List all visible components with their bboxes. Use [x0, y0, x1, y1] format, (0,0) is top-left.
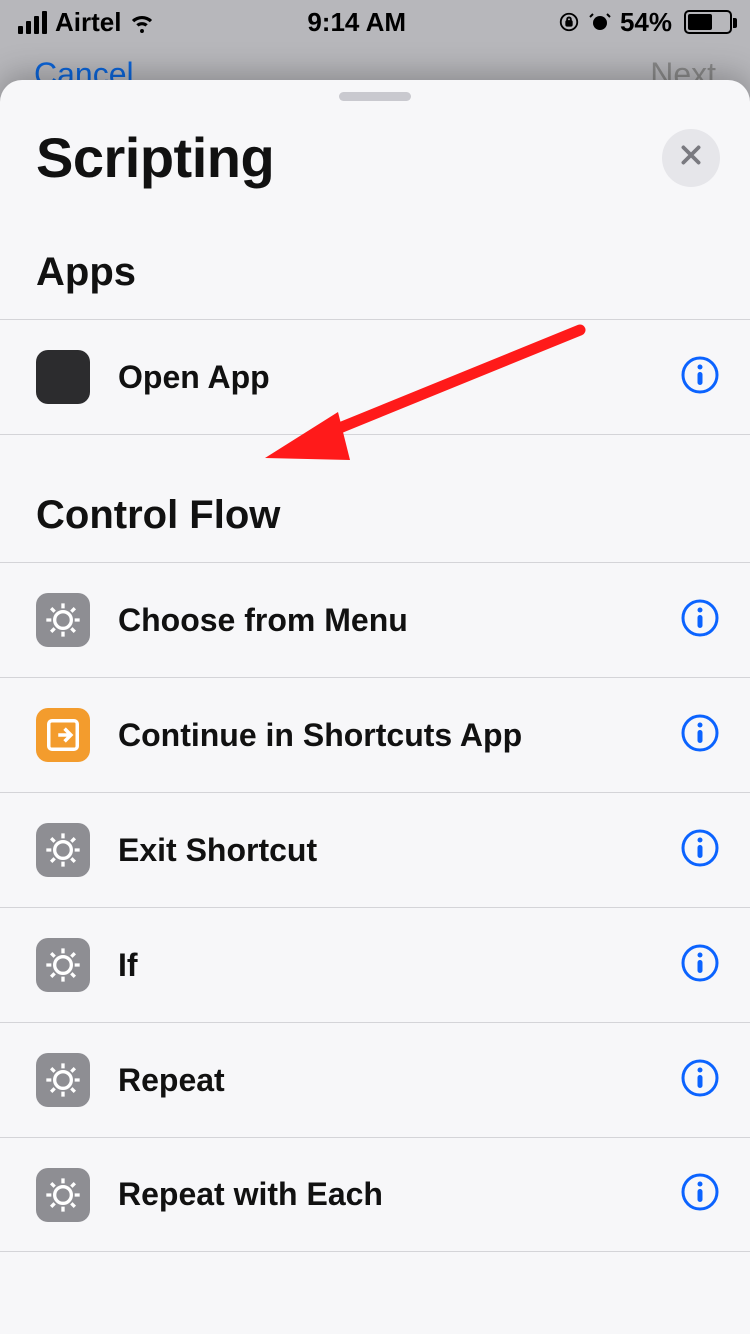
action-label: Open App — [90, 359, 680, 396]
page-title: Scripting — [36, 125, 274, 190]
wifi-icon — [129, 9, 155, 35]
close-button[interactable] — [662, 129, 720, 187]
continue-icon — [36, 708, 90, 762]
gear-icon — [36, 1053, 90, 1107]
status-bar: Airtel 9:14 AM 54% — [0, 0, 750, 44]
info-icon — [680, 598, 720, 643]
action-row-continue-in-shortcuts[interactable]: Continue in Shortcuts App — [0, 677, 750, 792]
sheet-grabber[interactable] — [339, 92, 411, 101]
info-icon — [680, 1058, 720, 1103]
action-row-choose-from-menu[interactable]: Choose from Menu — [0, 562, 750, 677]
action-label: Exit Shortcut — [90, 832, 680, 869]
action-row-repeat-with-each[interactable]: Repeat with Each — [0, 1137, 750, 1252]
action-label: Continue in Shortcuts App — [90, 717, 680, 754]
action-label: Repeat — [90, 1062, 680, 1099]
apps-grid-icon — [36, 350, 90, 404]
gear-icon — [36, 593, 90, 647]
info-icon — [680, 713, 720, 758]
section-header-apps: Apps — [0, 250, 750, 319]
gear-icon — [36, 823, 90, 877]
carrier-label: Airtel — [55, 7, 121, 38]
battery-pct-label: 54% — [620, 7, 672, 38]
info-button[interactable] — [680, 357, 720, 397]
action-row-repeat[interactable]: Repeat — [0, 1022, 750, 1137]
action-row-if[interactable]: If — [0, 907, 750, 1022]
section-header-control-flow: Control Flow — [0, 435, 750, 562]
orientation-lock-icon — [558, 11, 580, 33]
gear-icon — [36, 938, 90, 992]
battery-level — [688, 14, 712, 30]
alarm-icon — [588, 10, 612, 34]
close-icon — [678, 142, 704, 173]
info-icon — [680, 828, 720, 873]
clock-label: 9:14 AM — [307, 7, 406, 38]
scripting-sheet: Scripting Apps Open App Control Flow Cho… — [0, 80, 750, 1334]
action-label: Repeat with Each — [90, 1176, 680, 1213]
action-row-open-app[interactable]: Open App — [0, 319, 750, 434]
info-button[interactable] — [680, 830, 720, 870]
action-label: Choose from Menu — [90, 602, 680, 639]
info-button[interactable] — [680, 600, 720, 640]
battery-icon — [684, 10, 732, 34]
gear-icon — [36, 1168, 90, 1222]
info-icon — [680, 1172, 720, 1217]
info-button[interactable] — [680, 945, 720, 985]
info-button[interactable] — [680, 1060, 720, 1100]
info-icon — [680, 943, 720, 988]
action-label: If — [90, 947, 680, 984]
signal-bars-icon — [18, 11, 47, 34]
info-button[interactable] — [680, 1175, 720, 1215]
info-button[interactable] — [680, 715, 720, 755]
info-icon — [680, 355, 720, 400]
action-row-exit-shortcut[interactable]: Exit Shortcut — [0, 792, 750, 907]
